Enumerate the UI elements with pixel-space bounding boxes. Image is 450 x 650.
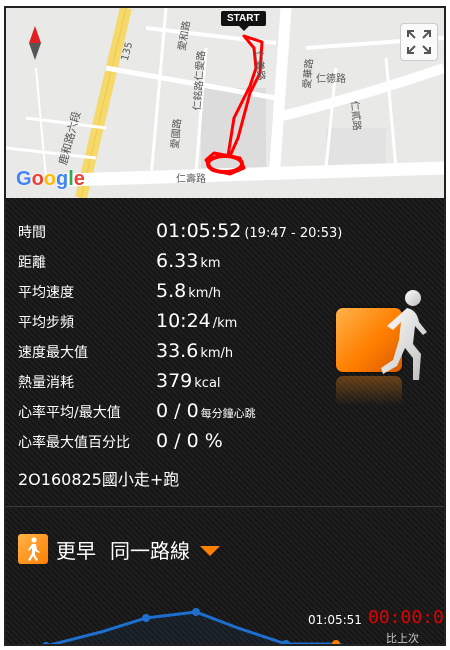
chart-point — [42, 642, 50, 644]
stat-row-avg-speed: 平均速度 5.8 km/h — [18, 280, 221, 308]
map-label-renyi: 仁義路 — [252, 50, 266, 82]
map-label-aihua: 愛華路 — [302, 58, 316, 90]
comparison-header: 更早 同一路線 — [18, 534, 220, 564]
compass-icon[interactable] — [28, 26, 42, 60]
stat-unit: 每分鐘心跳 — [200, 407, 256, 420]
stat-row-calories: 熱量消耗 379 kcal — [18, 370, 221, 398]
comparison-panel: 更早 同一路線 01:05:51 00:00:01 比上次 — [6, 508, 444, 645]
stat-label: 平均速度 — [18, 285, 74, 301]
stats-panel: 時間 01:05:52 (19:47 - 20:53) 距離 6.33 km 平… — [6, 198, 444, 508]
stat-value: 0 / 0 % — [156, 430, 223, 452]
previous-time: 01:05:51 — [308, 613, 362, 627]
stat-row-heart-rate: 心率平均/最大值 0 / 0 每分鐘心跳 — [18, 400, 256, 428]
compare-label: 比上次 — [386, 632, 419, 645]
stat-value: 379 — [156, 370, 193, 392]
activity-title[interactable]: 2O160825國小走+跑 — [18, 466, 179, 490]
stat-value: 01:05:52 — [156, 220, 242, 242]
chart-point — [142, 614, 150, 622]
stat-label: 心率平均/最大值 — [18, 405, 121, 421]
stat-unit: km/h — [200, 346, 234, 361]
walk-icon — [18, 534, 48, 564]
google-logo: Google — [16, 168, 85, 190]
stat-row-time: 時間 01:05:52 (19:47 - 20:53) — [18, 220, 342, 248]
stat-row-heart-rate-pct: 心率最大值百分比 0 / 0 % — [18, 430, 223, 458]
stat-label: 熱量消耗 — [18, 375, 74, 391]
chart-point — [192, 608, 200, 616]
fullscreen-icon[interactable] — [400, 23, 438, 61]
earlier-label[interactable]: 更早 — [56, 535, 96, 564]
stat-label: 距離 — [18, 255, 46, 271]
stat-value: 10:24 — [156, 310, 211, 332]
chart-point-current — [332, 640, 340, 644]
start-marker: START — [221, 11, 266, 31]
stat-row-avg-pace: 平均步頻 10:24 /km — [18, 310, 237, 338]
stat-label: 速度最大值 — [18, 345, 88, 361]
dropdown-caret-icon[interactable] — [200, 546, 220, 556]
stat-unit: km/h — [188, 286, 222, 301]
stat-extra: (19:47 - 20:53) — [244, 226, 343, 241]
stat-label: 心率最大值百分比 — [18, 435, 130, 451]
section-divider — [6, 506, 444, 507]
stat-unit: km — [200, 256, 221, 271]
stat-unit: kcal — [194, 376, 221, 391]
stat-row-max-speed: 速度最大值 33.6 km/h — [18, 340, 233, 368]
time-difference: 00:00:01 — [368, 607, 444, 628]
map-label-aiguo: 愛國路 — [170, 118, 184, 150]
stat-value: 6.33 — [156, 250, 199, 272]
map-label-renming: 仁銘路 — [192, 80, 206, 112]
same-route-label[interactable]: 同一路線 — [110, 535, 190, 564]
stat-label: 時間 — [18, 225, 46, 241]
stat-value: 5.8 — [156, 280, 187, 302]
chart-point — [282, 640, 290, 644]
app-frame: 135 愛和路 仁愛路 仁德路 愛華路 仁銘路 仁義路 仁貳路 愛國路 仁壽路 … — [4, 6, 446, 646]
stat-unit: /km — [212, 316, 238, 331]
stat-label: 平均步頻 — [18, 315, 74, 331]
map-label-renai: 仁愛路 — [194, 50, 208, 82]
route-map[interactable]: 135 愛和路 仁愛路 仁德路 愛華路 仁銘路 仁義路 仁貳路 愛國路 仁壽路 … — [6, 8, 444, 198]
stat-value: 0 / 0 — [156, 400, 199, 422]
runner-icon — [371, 288, 431, 402]
map-label-rener: 仁貳路 — [348, 100, 362, 132]
map-label-renshou: 仁壽路 — [176, 174, 206, 185]
stat-row-distance: 距離 6.33 km — [18, 250, 221, 278]
stat-value: 33.6 — [156, 340, 199, 362]
map-label-rende: 仁德路 — [316, 74, 346, 85]
